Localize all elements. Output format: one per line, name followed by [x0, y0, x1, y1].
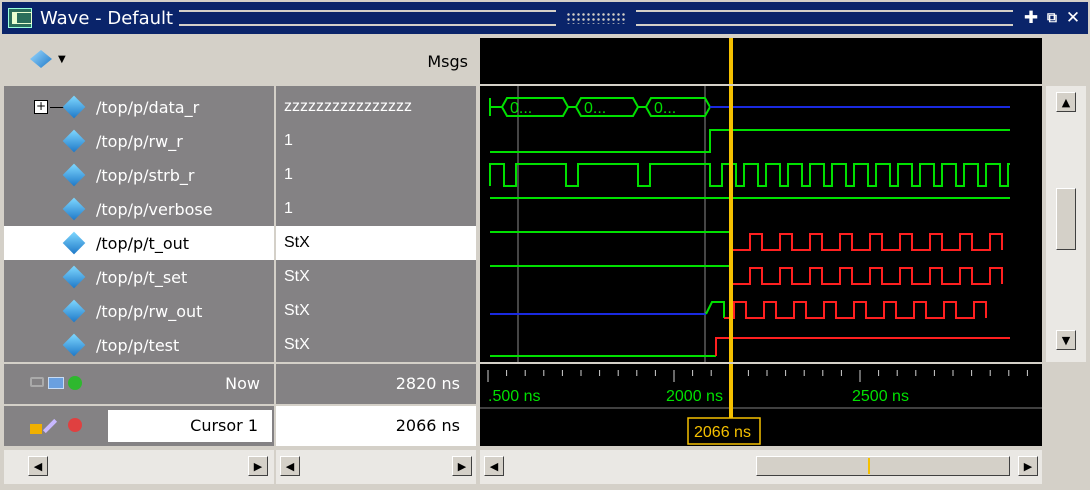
time-axis-label-3: 2500 ns	[852, 388, 909, 405]
wave-data_r-label: 0...	[654, 100, 676, 117]
values-column-header: Msgs	[276, 38, 476, 84]
signal-name: /top/p/rw_out	[96, 301, 203, 321]
time-axis-background	[480, 364, 1042, 446]
scroll-down-arrow[interactable]: ▼	[1056, 330, 1076, 350]
right-header-gap	[1044, 38, 1086, 84]
lock-icon[interactable]	[30, 424, 42, 434]
now-value-cell: 2820 ns	[276, 364, 476, 404]
wave-scroll-right-arrow[interactable]: ▶	[1018, 456, 1038, 476]
wrench-icon[interactable]	[42, 418, 58, 434]
cursor-value: 2066 ns	[395, 416, 460, 435]
title-grip[interactable]	[179, 10, 557, 26]
msgs-header-label: Msgs	[427, 52, 468, 71]
cursor-readout: 2066 ns	[694, 424, 751, 441]
chevron-down-icon: ▼	[58, 53, 66, 65]
signal-diamond-icon	[62, 197, 86, 221]
signal-name: /top/p/t_out	[96, 233, 190, 253]
wave-data_r-label: 0...	[584, 100, 606, 117]
close-icon[interactable]: ✕	[1064, 9, 1082, 27]
wave-window-icon	[8, 8, 32, 28]
cursor-line-header[interactable]	[729, 38, 733, 84]
signal-value[interactable]: StX	[276, 260, 476, 294]
cursor-label: Cursor 1	[190, 416, 258, 435]
values-scroll-left-arrow[interactable]: ◀	[280, 456, 300, 476]
add-cursor-icon[interactable]	[68, 376, 82, 390]
now-row: Now	[4, 364, 274, 404]
signal-row[interactable]: /top/p/verbose	[4, 192, 274, 226]
signal-value[interactable]: StX	[276, 226, 476, 260]
names-scroll-right-arrow[interactable]: ▶	[248, 456, 268, 476]
signal-diamond-icon	[62, 231, 86, 255]
signal-row[interactable]: /top/p/test	[4, 328, 274, 362]
cursor-line-top[interactable]	[729, 38, 733, 84]
title-grip-dots[interactable]	[566, 12, 627, 24]
right-footer-gap	[1044, 364, 1086, 446]
wave-scroll-cursor-marker	[868, 458, 870, 474]
signal-row[interactable]: + /top/p/data_r	[4, 90, 274, 124]
signal-diamond-icon	[62, 129, 86, 153]
signal-diamond-icon	[62, 299, 86, 323]
signal-row[interactable]: /top/p/t_set	[4, 260, 274, 294]
signal-diamond-icon	[62, 265, 86, 289]
signal-name: /top/p/t_set	[96, 267, 188, 287]
names-horizontal-scrollbar[interactable]: ◀ ▶	[4, 450, 274, 484]
title-bar: Wave - Default ✚ ⧉ ✕	[2, 2, 1088, 34]
signal-name: /top/p/test	[96, 335, 180, 355]
signal-row[interactable]: /top/p/t_out	[4, 226, 274, 260]
window-title: Wave - Default	[40, 7, 174, 29]
waveform-background	[480, 86, 1042, 362]
cursor-row: Cursor 1	[4, 406, 274, 446]
signal-value[interactable]: 1	[276, 158, 476, 192]
now-label: Now	[225, 374, 260, 393]
vertical-scroll-thumb[interactable]	[1056, 188, 1076, 250]
signal-add-icon	[30, 50, 52, 68]
monitor-icon[interactable]	[48, 377, 64, 389]
signal-value[interactable]: StX	[276, 328, 476, 362]
now-value: 2820 ns	[395, 374, 460, 393]
signal-row[interactable]: /top/p/rw_r	[4, 124, 274, 158]
signal-value[interactable]: 1	[276, 124, 476, 158]
corner-gap	[1044, 450, 1086, 484]
toolbar-dropdown-button[interactable]: ▼	[30, 50, 66, 68]
signal-row[interactable]: /top/p/strb_r	[4, 158, 274, 192]
wave-horizontal-scrollbar[interactable]: ◀ ▶	[480, 450, 1042, 484]
wave-header	[480, 38, 1042, 84]
title-grip-right[interactable]	[636, 10, 1013, 26]
cursor-line[interactable]	[729, 86, 733, 362]
signal-name: /top/p/verbose	[96, 199, 213, 219]
signal-diamond-icon	[62, 333, 86, 357]
signal-name: /top/p/strb_r	[96, 165, 195, 185]
signal-name: /top/p/data_r	[96, 97, 200, 117]
time-axis: .500 ns 2000 ns 2500 ns 2066 ns	[480, 364, 1042, 446]
expand-icon[interactable]: +	[34, 100, 48, 114]
time-axis-label-2: 2000 ns	[666, 388, 723, 405]
signal-value[interactable]: StX	[276, 294, 476, 328]
signal-name: /top/p/rw_r	[96, 131, 183, 151]
cursor-label-box[interactable]: Cursor 1	[108, 410, 272, 442]
signal-diamond-icon	[62, 95, 86, 119]
signal-value[interactable]: 1	[276, 192, 476, 226]
cursor-value-cell: 2066 ns	[276, 406, 476, 446]
signal-values-panel: zzzzzzzzzzzzzzzz 1 1 1 StX StX StX StX	[276, 86, 476, 362]
wave-data_r-label: 0...	[510, 100, 532, 117]
time-axis-label-1: .500 ns	[488, 388, 540, 405]
signal-diamond-icon	[62, 163, 86, 187]
zoom-icon[interactable]	[30, 377, 44, 387]
values-horizontal-scrollbar[interactable]: ◀ ▶	[276, 450, 476, 484]
undock-icon[interactable]: ⧉	[1043, 9, 1061, 27]
name-column-header: ▼	[4, 38, 272, 84]
names-scroll-left-arrow[interactable]: ◀	[28, 456, 48, 476]
signal-value[interactable]: zzzzzzzzzzzzzzzz	[276, 90, 476, 124]
signal-names-panel: + /top/p/data_r/top/p/rw_r/top/p/strb_r/t…	[4, 86, 274, 362]
maximize-icon[interactable]: ✚	[1022, 9, 1040, 27]
scroll-up-arrow[interactable]: ▲	[1056, 92, 1076, 112]
values-scroll-right-arrow[interactable]: ▶	[452, 456, 472, 476]
vertical-scrollbar[interactable]: ▲ ▼	[1046, 86, 1086, 362]
cursor-line-axis[interactable]	[729, 364, 733, 418]
wave-scroll-thumb[interactable]	[756, 456, 1010, 476]
wave-scroll-left-arrow[interactable]: ◀	[484, 456, 504, 476]
waveform-canvas[interactable]: 0... 0... 0...	[480, 86, 1042, 362]
delete-cursor-icon[interactable]	[68, 418, 82, 432]
signal-row[interactable]: /top/p/rw_out	[4, 294, 274, 328]
